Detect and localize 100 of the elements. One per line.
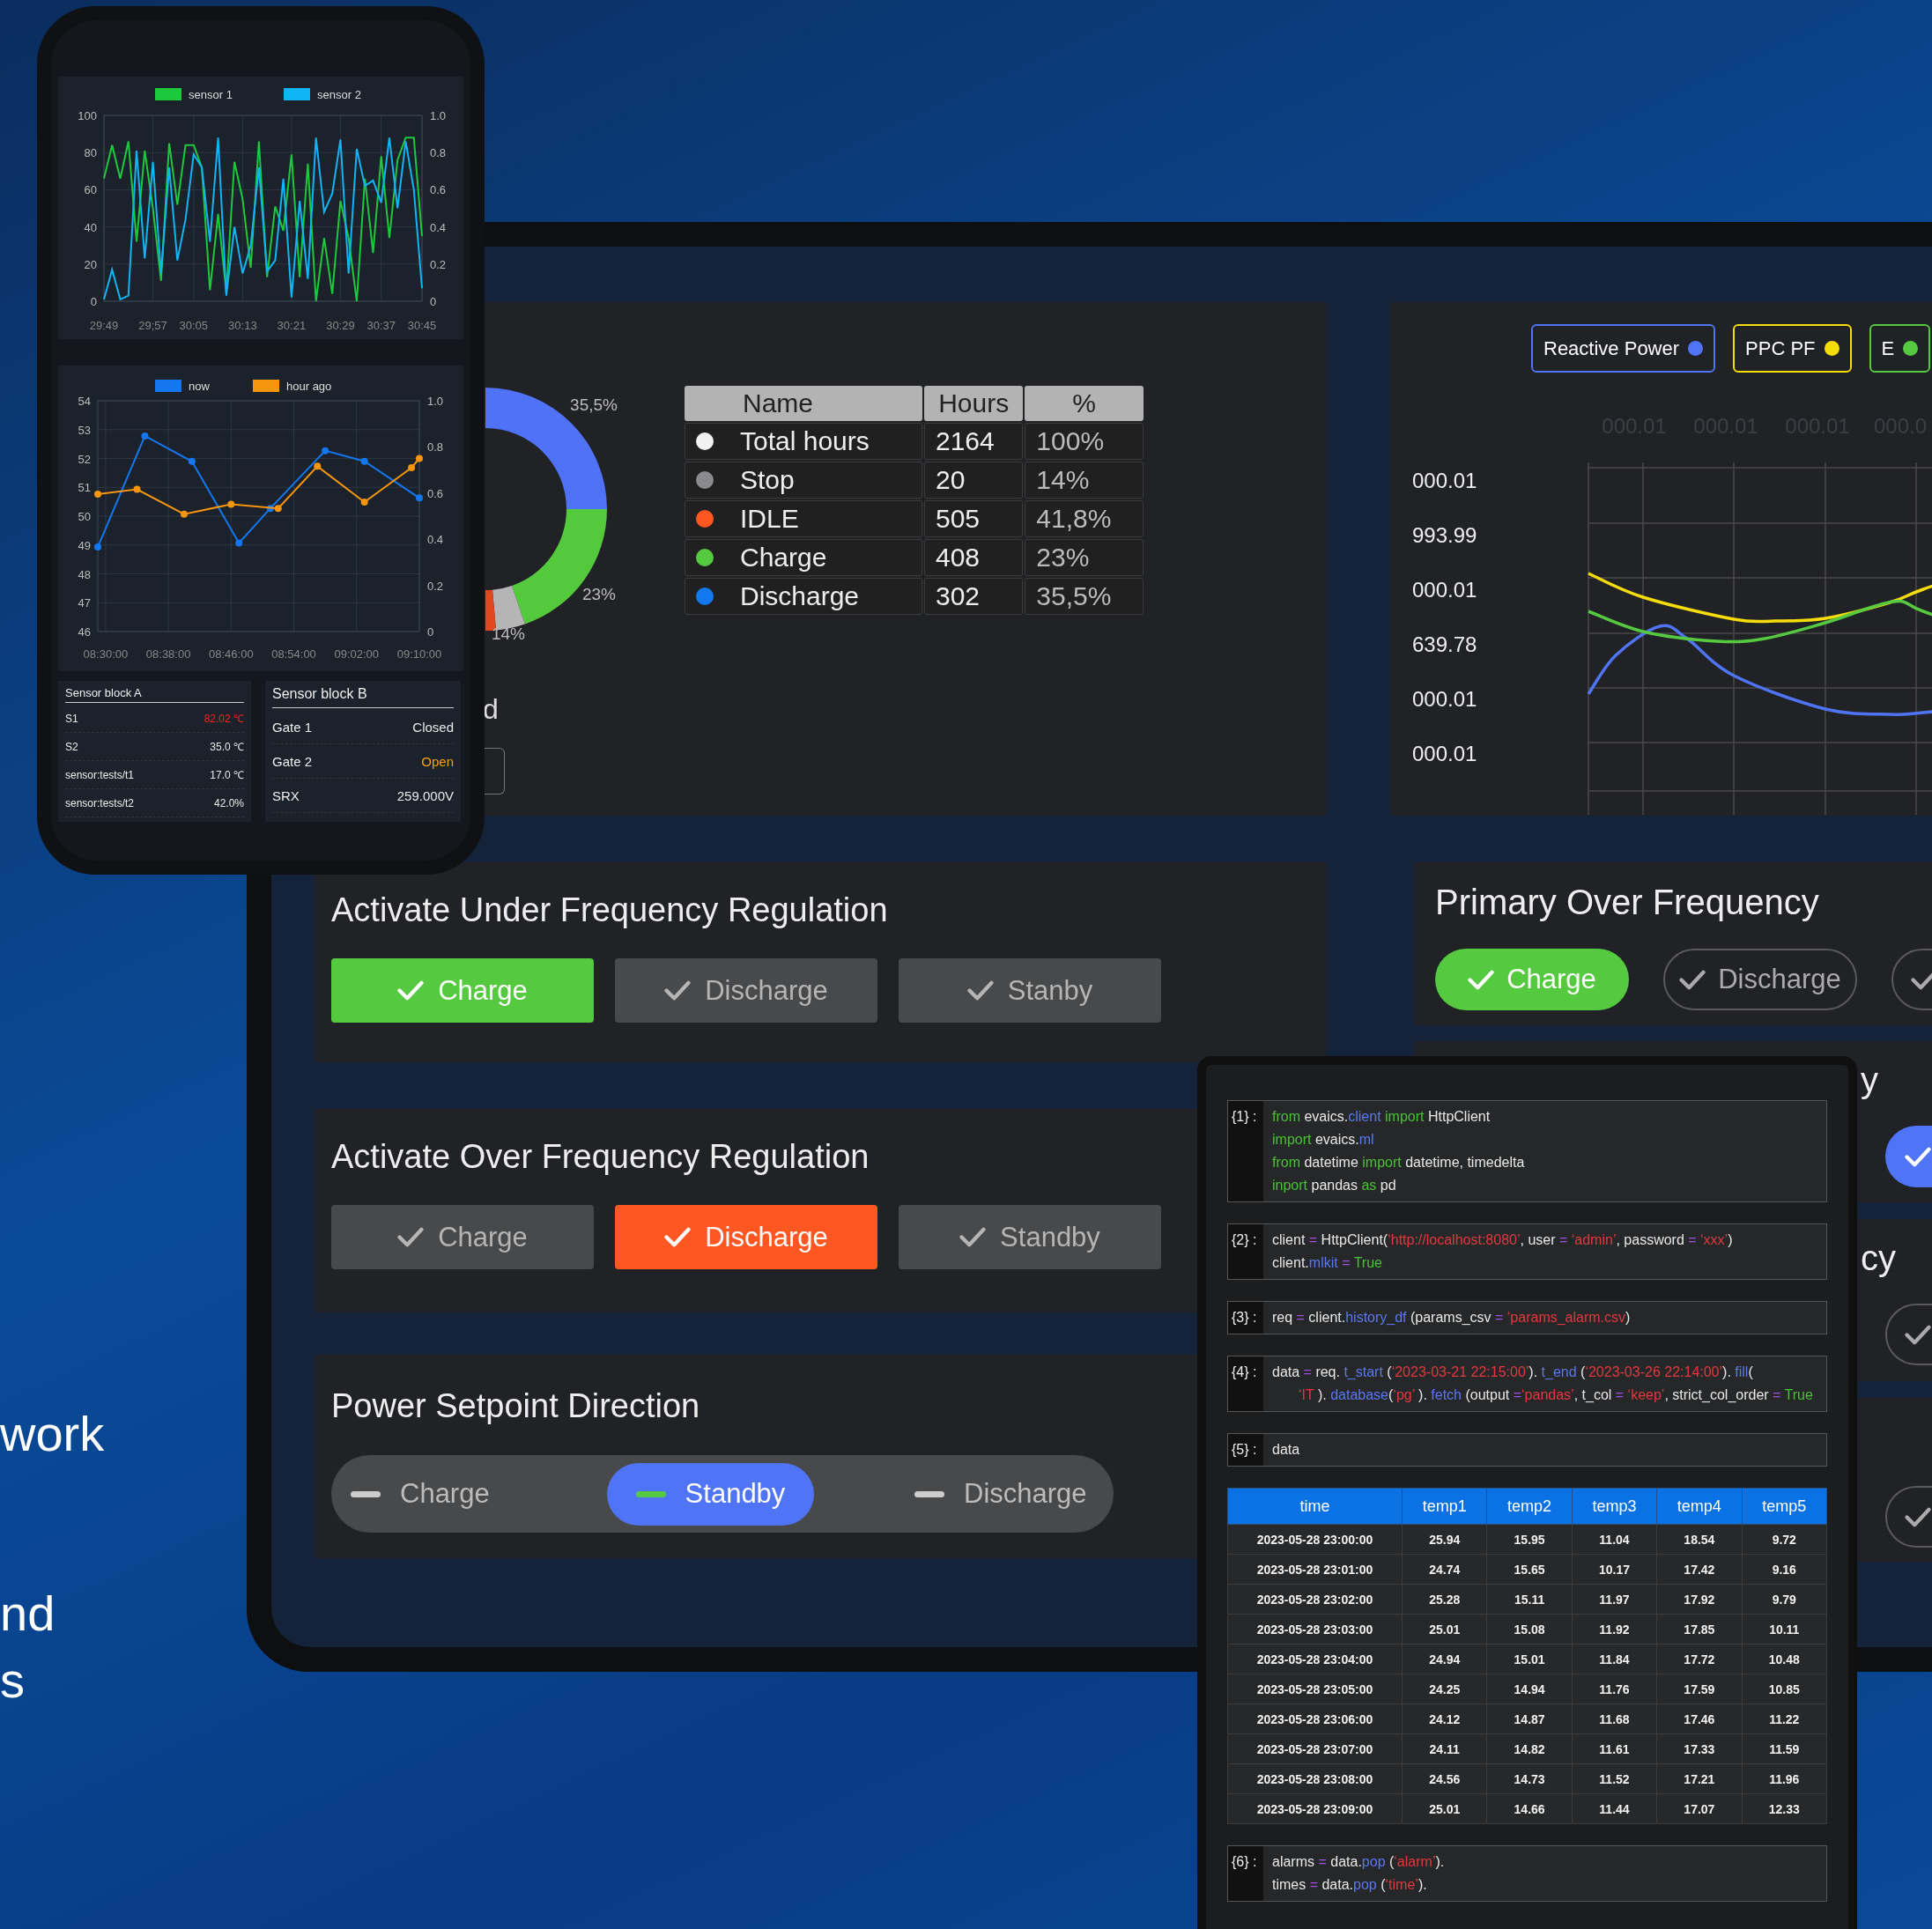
table-cell: 11.68 — [1572, 1704, 1657, 1734]
column-header: Hours — [923, 386, 1024, 421]
axis-label: 46 — [78, 625, 91, 639]
segment-option[interactable]: Discharge — [895, 1462, 1107, 1526]
cell-prompt: {5} : — [1228, 1434, 1263, 1466]
table-cell: 2023-05-28 23:03:00 — [1227, 1614, 1403, 1644]
check-icon — [1468, 968, 1495, 991]
cell-prompt: {6} : — [1228, 1846, 1263, 1901]
axis-label: 47 — [78, 596, 91, 610]
code-token: t_end — [1541, 1364, 1577, 1379]
table-cell: 14.94 — [1486, 1674, 1573, 1704]
code-token: data — [1272, 1442, 1300, 1457]
column-header: % — [1025, 386, 1144, 421]
point — [416, 455, 423, 462]
axis-label: 0.2 — [427, 579, 444, 593]
table-cell: 2023-05-28 23:05:00 — [1227, 1674, 1403, 1704]
table-cell: 11.96 — [1742, 1763, 1827, 1794]
table-cell: 14.66 — [1486, 1793, 1573, 1824]
table-cell: 24.74 — [1402, 1554, 1487, 1585]
headline-text: work — [0, 1405, 105, 1463]
axis-label: 30:21 — [277, 319, 307, 332]
sensor-name: Gate 1 — [272, 719, 313, 735]
headline-text: s — [0, 1652, 26, 1710]
code-token: pandas — [1310, 1178, 1358, 1193]
code-token: = — [1513, 1387, 1522, 1402]
table-cell: 15.11 — [1486, 1584, 1573, 1615]
axis-label: 08:30:00 — [83, 647, 129, 661]
table-cell: 10.11 — [1742, 1614, 1827, 1644]
axis-label: 0 — [427, 625, 434, 639]
sensor-name: Gate 2 — [272, 753, 313, 769]
legend-chip[interactable]: Reactive Power — [1531, 324, 1716, 373]
axis-label: 0 — [90, 295, 97, 308]
table-cell: 14.73 — [1486, 1763, 1573, 1794]
segment-option[interactable]: Charge — [331, 1462, 509, 1526]
table-cell: 24.25 — [1402, 1674, 1487, 1704]
code-token: ‘pandas’ — [1521, 1387, 1574, 1402]
code-token: mlkit — [1308, 1255, 1338, 1270]
table-cell: 11.92 — [1572, 1614, 1657, 1644]
code-token: ). — [1435, 1854, 1445, 1869]
code-token: data. — [1329, 1854, 1362, 1869]
axis-label: 30:29 — [326, 319, 355, 332]
table-cell: 17.21 — [1656, 1763, 1743, 1794]
table-cell: 11.61 — [1572, 1733, 1657, 1764]
table-cell: 17.72 — [1656, 1644, 1743, 1674]
axis-label: 09:02:00 — [334, 647, 380, 661]
legend-chip[interactable]: PPC PF — [1733, 324, 1852, 373]
table-cell: 302 — [923, 578, 1024, 615]
axis-label: 30:13 — [228, 319, 257, 332]
table-cell: 2023-05-28 23:00:00 — [1227, 1524, 1403, 1555]
point — [141, 432, 149, 440]
table-cell: 25.28 — [1402, 1584, 1487, 1615]
legend-chip[interactable]: E — [1869, 324, 1931, 373]
code-token: (params_csv — [1410, 1310, 1492, 1325]
point — [180, 510, 188, 518]
code-token: ‘alarm’ — [1394, 1854, 1436, 1869]
axis-label: 000.01 — [1412, 469, 1477, 492]
code-token: ‘params_alarm.csv — [1506, 1310, 1626, 1325]
segment-option[interactable]: Standby — [607, 1462, 814, 1526]
mode-button[interactable]: Charge — [331, 1205, 594, 1269]
code-token: True — [1783, 1387, 1813, 1402]
point — [274, 505, 282, 513]
point — [94, 543, 101, 551]
table-cell: 11.76 — [1572, 1674, 1657, 1704]
mode-button[interactable]: Discharge — [1663, 949, 1857, 1010]
code-token: = — [1495, 1310, 1504, 1325]
axis-label: 0 — [430, 295, 437, 308]
table-cell: 2164 — [923, 423, 1024, 460]
column-header: temp5 — [1742, 1488, 1827, 1525]
point — [188, 457, 196, 465]
table-cell: 12.33 — [1742, 1793, 1827, 1824]
table-cell: 35,5% — [1025, 578, 1144, 615]
code-token: datetime — [1303, 1155, 1359, 1170]
table-cell: 15.08 — [1486, 1614, 1573, 1644]
code-token: data. — [1321, 1877, 1354, 1892]
row-name: IDLE — [740, 504, 799, 534]
point — [94, 491, 101, 499]
chart-label: 14% — [492, 625, 525, 643]
chart-label: 23% — [582, 585, 616, 603]
row-name: Total hours — [740, 426, 870, 456]
point — [322, 447, 329, 455]
axis-label: 000.01 — [1412, 578, 1477, 602]
table-cell: 2023-05-28 23:09:00 — [1227, 1793, 1403, 1824]
mode-button[interactable]: Discharge — [615, 1205, 877, 1269]
table-cell: 11.22 — [1742, 1704, 1827, 1734]
table-cell: 408 — [923, 539, 1024, 576]
headline-text: nd — [0, 1585, 56, 1643]
code-token: evaics. — [1314, 1132, 1359, 1147]
code-token: HttpClient — [1426, 1109, 1491, 1124]
code-token: req — [1272, 1310, 1294, 1325]
table-cell: 2023-05-28 23:08:00 — [1227, 1763, 1403, 1794]
code-token: ( — [1380, 1877, 1386, 1892]
code-token: = — [1309, 1877, 1318, 1892]
axis-label: 0.4 — [430, 220, 447, 234]
column-header: time — [1227, 1488, 1403, 1525]
mode-button[interactable]: Stanby — [899, 958, 1161, 1023]
code-token: = — [1558, 1232, 1568, 1247]
mode-button[interactable]: Standby — [899, 1205, 1161, 1269]
axis-label: 639.78 — [1412, 632, 1477, 656]
axis-label: 29;57 — [138, 319, 167, 332]
mode-button[interactable]: Discharge — [615, 958, 877, 1023]
